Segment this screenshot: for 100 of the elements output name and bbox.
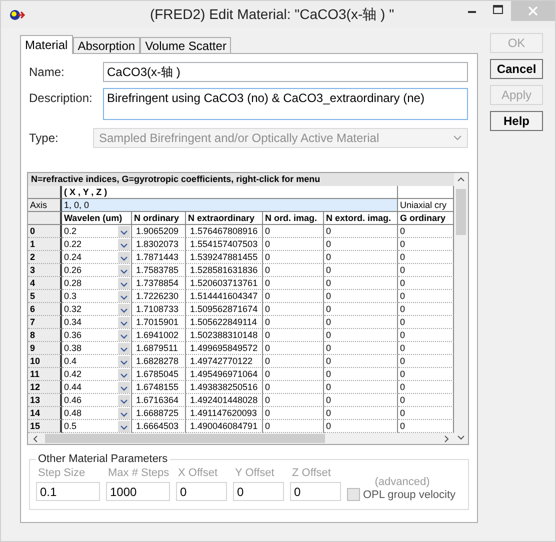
table-cell: 1.528581631836 [186, 264, 263, 277]
row-header: 11 [28, 368, 62, 381]
table-cell[interactable]: 0.38 [64, 342, 82, 354]
row-header: 8 [28, 329, 62, 342]
dropdown-icon[interactable] [118, 290, 130, 302]
table-cell: 1.7108733 [132, 303, 186, 316]
table-cell[interactable]: 0.46 [64, 394, 82, 406]
table-cell: 0 [324, 316, 398, 329]
table-cell[interactable]: 0.2 [64, 225, 77, 237]
dropdown-icon[interactable] [118, 394, 130, 406]
table-cell: 1.7226230 [132, 290, 186, 303]
checkbox-label: OPL group velocity [363, 488, 456, 500]
dialog-button[interactable]: Help [490, 111, 543, 131]
table-cell: 0 [263, 251, 324, 264]
dropdown-icon[interactable] [118, 420, 130, 432]
table-cell[interactable]: 0.26 [64, 264, 82, 276]
group-title: Other Material Parameters [37, 453, 169, 465]
field-label: Step Size [38, 467, 86, 479]
table-cell: 0 [324, 394, 398, 407]
table-cell: 0 [263, 407, 324, 420]
row-header: 12 [28, 381, 62, 394]
table-cell: 0 [263, 381, 324, 394]
field-label: Z Offset [292, 467, 332, 479]
table-cell: 1.539247881455 [186, 251, 263, 264]
table-cell[interactable]: 0.34 [64, 316, 82, 328]
name-field[interactable]: CaCO3(x-轴 ) [103, 62, 468, 82]
table-cell: 1.493838250516 [186, 381, 263, 394]
table-cell: 1.520603713761 [186, 277, 263, 290]
tab[interactable]: Material [20, 35, 73, 54]
table-cell: 0 [324, 368, 398, 381]
table-cell: 1.6688725 [132, 407, 186, 420]
column-header: N ord. imag. [263, 212, 324, 225]
table-cell[interactable]: 0.32 [64, 303, 82, 315]
dropdown-icon[interactable] [118, 226, 130, 236]
row-header: 9 [28, 342, 62, 355]
dropdown-icon[interactable] [118, 238, 130, 250]
table-cell: 0 [263, 238, 324, 251]
table-cell: 1.7583785 [132, 264, 186, 277]
table-cell: 1.495496971064 [186, 368, 263, 381]
table-cell[interactable]: 0.4 [64, 355, 77, 367]
table-cell: 1.6716364 [132, 394, 186, 407]
dialog-button[interactable]: Cancel [490, 59, 543, 79]
table-cell[interactable]: 0.36 [64, 329, 82, 341]
dropdown-icon[interactable] [118, 356, 130, 366]
table-cell: 1.6785045 [132, 368, 186, 381]
app-icon [9, 8, 25, 22]
dropdown-icon[interactable] [118, 342, 130, 354]
scrollbar-thumb[interactable] [456, 189, 466, 235]
dropdown-icon[interactable] [118, 264, 130, 276]
description-field[interactable]: Birefringent using CaCO3 (no) & CaCO3_extraordinary (ne) [103, 88, 468, 120]
table-cell: 0 [324, 264, 398, 277]
table-cell: 1.502388310148 [186, 329, 263, 342]
field-label: Max # Steps [108, 467, 170, 479]
window-title: (FRED2) Edit Material: "CaCO3(x-轴 ) " [148, 6, 396, 24]
table-cell[interactable]: 0.28 [64, 277, 82, 289]
row-header: 6 [28, 303, 62, 316]
row-header [28, 186, 62, 199]
table-cell: 0 [263, 368, 324, 381]
dropdown-icon[interactable] [118, 408, 130, 418]
column-header: Wavelen (um) [62, 212, 132, 225]
table-cell: 0 [324, 407, 398, 420]
table-cell: 0 [324, 251, 398, 264]
table-cell: 0 [263, 303, 324, 316]
table-cell: 0 [263, 329, 324, 342]
table-cell: 0 [324, 225, 398, 238]
table-cell[interactable]: 0.22 [64, 238, 82, 250]
column-header: N ordinary [132, 212, 186, 225]
tab[interactable]: Volume Scatter [140, 37, 232, 53]
row-header: 3 [28, 264, 62, 277]
table-cell[interactable]: 0.42 [64, 368, 82, 380]
table-cell: 0 [263, 277, 324, 290]
table-cell: 1.492401448028 [186, 394, 263, 407]
dropdown-icon[interactable] [118, 382, 130, 392]
dropdown-icon[interactable] [118, 368, 130, 380]
field-label: Description: [29, 90, 94, 105]
table-cell: 0 [324, 381, 398, 394]
table-cell[interactable]: 0.3 [64, 290, 77, 302]
field-label: X Offset [178, 467, 219, 479]
table-cell: 1.7378854 [132, 277, 186, 290]
table-cell[interactable]: 0.24 [64, 251, 82, 263]
vertical-scrollbar[interactable] [454, 173, 468, 444]
table-cell: 1.491147620093 [186, 407, 263, 420]
dropdown-icon[interactable] [118, 316, 130, 328]
row-header: Axis [28, 199, 62, 212]
table-cell: 0 [324, 290, 398, 303]
dropdown-icon[interactable] [118, 278, 130, 288]
tab[interactable]: Absorption [72, 37, 140, 53]
dropdown-icon[interactable] [118, 304, 130, 314]
table-cell[interactable]: 0.5 [64, 420, 77, 432]
dropdown-icon[interactable] [118, 252, 130, 262]
table-cell: 0 [263, 394, 324, 407]
table-cell: 1.509562871674 [186, 303, 263, 316]
row-header: 1 [28, 238, 62, 251]
table-cell[interactable]: 0.44 [64, 381, 82, 393]
horizontal-scrollbar[interactable] [28, 433, 454, 444]
table-cell[interactable]: 0.48 [64, 407, 82, 419]
row-header: 7 [28, 316, 62, 329]
table-cell: 1.6879511 [132, 342, 186, 355]
dropdown-icon[interactable] [118, 330, 130, 340]
table-cell: 1.505622849114 [186, 316, 263, 329]
